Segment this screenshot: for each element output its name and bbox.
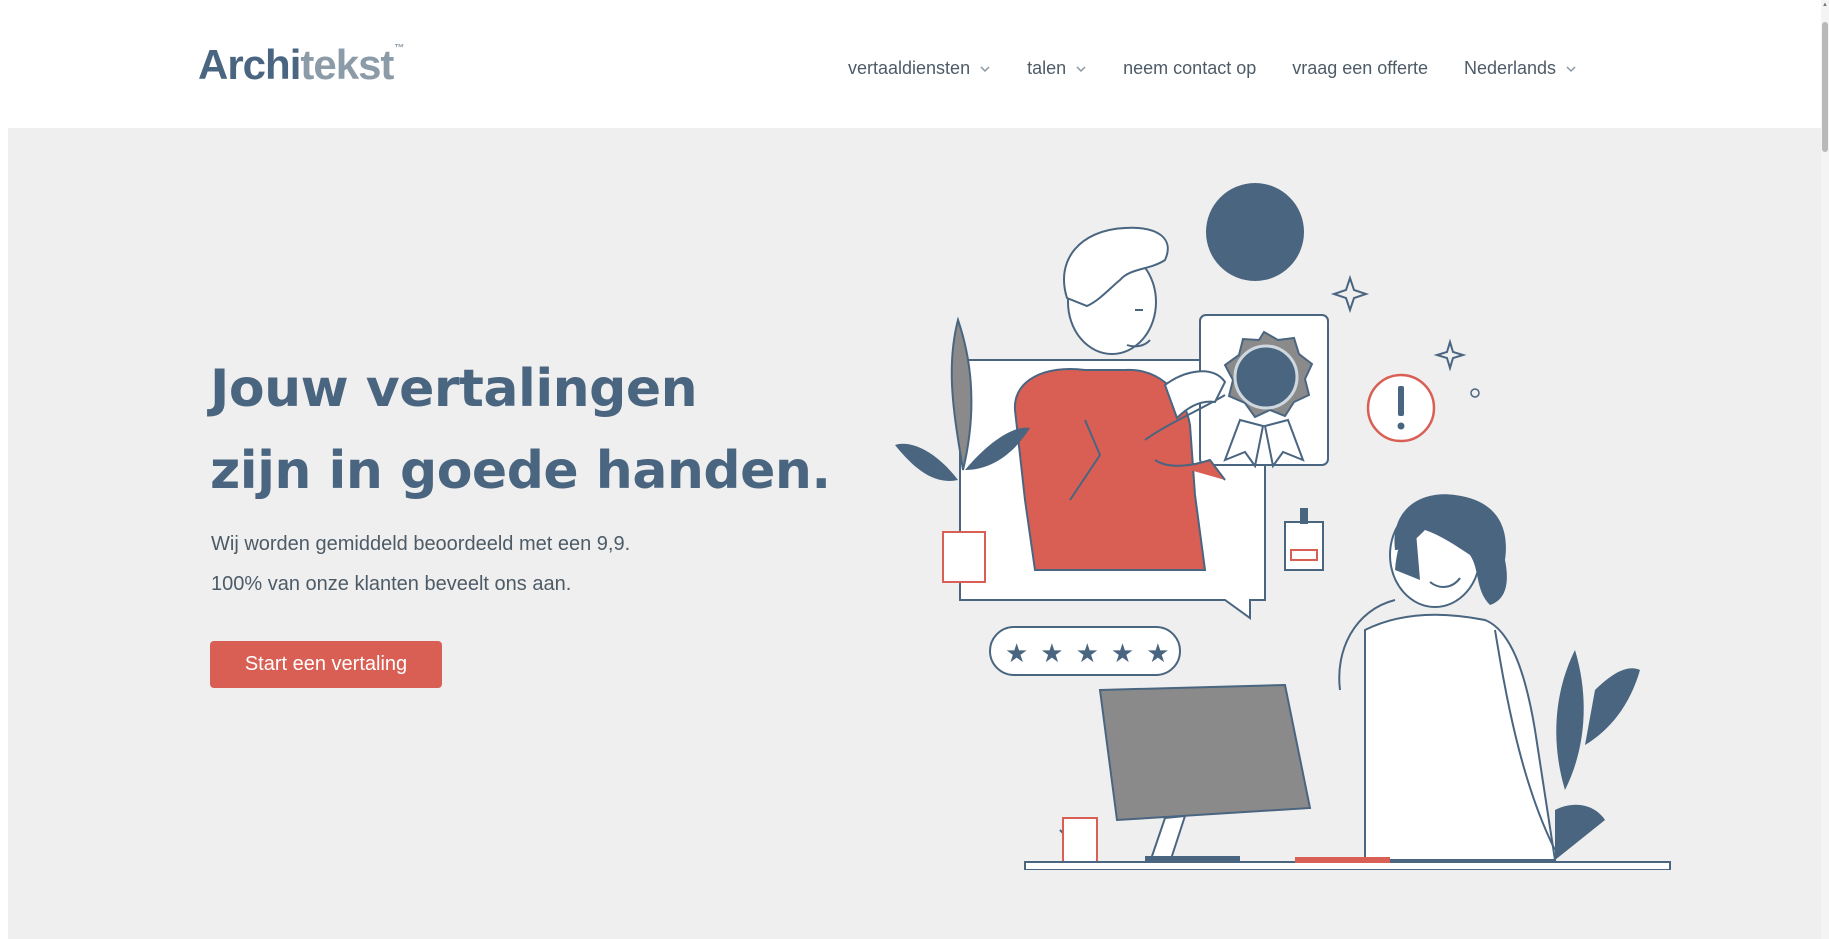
logo-part-b: tekst xyxy=(300,41,394,88)
language-selector[interactable]: Nederlands xyxy=(1464,58,1577,79)
plant xyxy=(1556,650,1584,790)
nav-neem-contact-op[interactable]: neem contact op xyxy=(1123,58,1256,79)
logo-part-a: Archi xyxy=(198,41,301,88)
logo[interactable]: Architekst™ xyxy=(198,41,404,88)
hero-title-line1: Jouw vertalingen xyxy=(210,359,698,419)
sparkle-icon xyxy=(1433,338,1467,372)
hero-subtitle-line2: 100% van onze klanten beveelt ons aan. xyxy=(211,573,572,595)
sparkle-dot xyxy=(1470,388,1480,398)
woman-figure xyxy=(1338,494,1557,861)
plant xyxy=(1585,668,1640,745)
logo-trademark: ™ xyxy=(394,43,404,54)
nav-label: Nederlands xyxy=(1464,58,1557,78)
computer-monitor xyxy=(1098,683,1312,863)
exclamation-icon xyxy=(1366,373,1436,443)
keyboard xyxy=(1295,857,1390,863)
chevron-down-icon xyxy=(1566,65,1576,72)
nav-label: talen xyxy=(1027,58,1067,78)
nav-vertaaldiensten[interactable]: vertaaldiensten xyxy=(848,58,991,79)
nav-label: vertaaldiensten xyxy=(848,58,971,78)
hero-illustration: ★★★★★ xyxy=(895,183,1671,870)
start-translation-button[interactable]: Start een vertaling xyxy=(210,641,442,688)
hero-subtitle-line1: Wij worden gemiddeld beoordeeld met een … xyxy=(211,533,631,555)
page-scrollbar[interactable]: ▲ xyxy=(1821,0,1829,939)
chevron-down-icon xyxy=(980,65,990,72)
nav-vraag-een-offerte[interactable]: vraag een offerte xyxy=(1292,58,1428,79)
main-nav: vertaaldiensten talen neem contact op vr… xyxy=(848,58,1577,79)
nav-label: neem contact op xyxy=(1123,58,1257,78)
man-figure xyxy=(1013,226,1227,571)
chevron-down-icon xyxy=(1076,65,1086,72)
desk xyxy=(1024,861,1671,870)
id-badge xyxy=(1284,508,1324,571)
scroll-thumb[interactable] xyxy=(1822,22,1828,152)
scroll-up-icon[interactable]: ▲ xyxy=(1822,2,1828,8)
hero-title-line2: zijn in goede handen. xyxy=(210,441,831,501)
svg-text:★★★★★: ★★★★★ xyxy=(1005,639,1182,669)
nav-label: vraag een offerte xyxy=(1292,58,1428,78)
pencil-cup xyxy=(1059,817,1098,867)
sparkle-icon xyxy=(1330,274,1370,314)
plant xyxy=(1555,804,1605,860)
hero-title: Jouw vertalingen zijn in goede handen. xyxy=(210,348,831,512)
decorative-circle xyxy=(1206,183,1304,281)
site-header: Architekst™ vertaaldiensten talen neem c… xyxy=(0,0,1829,128)
nav-talen[interactable]: talen xyxy=(1027,58,1087,79)
rating-stars: ★★★★★ xyxy=(989,626,1182,676)
